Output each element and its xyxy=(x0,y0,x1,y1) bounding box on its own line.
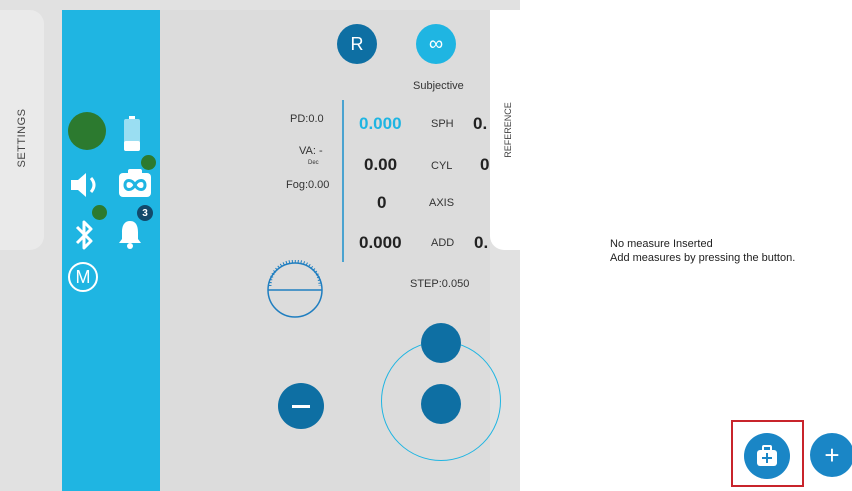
connection-status-indicator xyxy=(68,112,106,150)
cyl-value[interactable]: 0.00 xyxy=(364,155,397,175)
bluetooth-status-dot xyxy=(92,205,107,220)
fog-label: Fog:0.00 xyxy=(286,179,330,191)
pd-label: PD:0.0 xyxy=(290,113,324,125)
reference-tab-label: REFERENCE xyxy=(503,102,513,158)
bluetooth-icon[interactable] xyxy=(74,218,96,252)
infinity-button[interactable]: ∞ xyxy=(416,24,456,64)
column-divider xyxy=(342,100,344,262)
step-label: STEP:0.050 xyxy=(410,278,470,290)
va-label: VA: - xyxy=(299,145,323,157)
plus-icon: + xyxy=(824,439,840,470)
add-measure-button[interactable] xyxy=(744,433,790,479)
mode-label: Subjective xyxy=(413,80,464,92)
joystick-center-button[interactable] xyxy=(421,384,461,424)
sph-reference-value: 0. xyxy=(473,114,488,133)
settings-tab[interactable]: SETTINGS xyxy=(0,10,44,250)
medical-case-icon xyxy=(757,445,777,466)
notification-badge: 3 xyxy=(137,205,153,221)
battery-icon xyxy=(124,116,140,151)
axis-dial-icon[interactable] xyxy=(265,260,325,320)
camera-status-dot xyxy=(141,155,156,170)
joystick-top-button[interactable] xyxy=(421,323,461,363)
right-eye-button[interactable]: R xyxy=(337,24,377,64)
add-value[interactable]: 0.000 xyxy=(359,233,402,253)
speaker-icon[interactable] xyxy=(68,170,102,200)
sph-value[interactable]: 0.000 xyxy=(359,114,402,134)
bell-icon[interactable] xyxy=(117,218,143,250)
reference-tab[interactable]: REFERENCE xyxy=(490,10,535,250)
axis-label: AXIS xyxy=(429,197,455,209)
m-circle-icon[interactable]: M xyxy=(68,262,98,292)
add-reference-value: 0. xyxy=(474,233,489,252)
add-button[interactable]: + xyxy=(810,433,852,477)
infinity-camera-icon[interactable] xyxy=(117,167,153,199)
app-screen: SETTINGS 3 M R ∞ Subjective PD:0.0 VA: -… xyxy=(0,0,852,491)
va-unit: Dec xyxy=(308,160,319,166)
axis-value[interactable]: 0 xyxy=(377,193,386,213)
status-sidebar: 3 M xyxy=(62,10,160,491)
cyl-label: CYL xyxy=(431,160,453,172)
empty-state-title: No measure Inserted xyxy=(610,238,713,250)
settings-tab-label: SETTINGS xyxy=(16,108,28,168)
empty-state-hint: Add measures by pressing the button. xyxy=(610,252,796,264)
cyl-reference-value: 0 xyxy=(480,155,490,174)
minus-icon xyxy=(292,404,310,408)
add-label: ADD xyxy=(431,237,455,249)
minus-button[interactable] xyxy=(278,383,324,429)
sph-label: SPH xyxy=(431,118,454,130)
measurement-area: R ∞ Subjective PD:0.0 VA: - Dec Fog:0.00… xyxy=(160,10,501,491)
